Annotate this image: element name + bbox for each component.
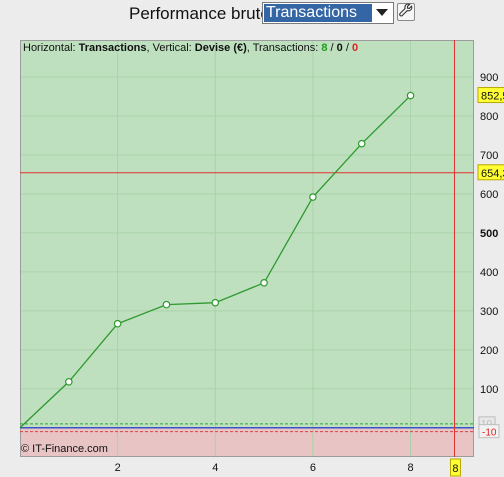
x-tick-label: 4	[212, 462, 218, 474]
x-tick-label: 2	[115, 462, 121, 474]
y-tick-label: 500	[480, 228, 498, 240]
y-tick-label: 200	[480, 345, 498, 357]
x-tick-label: 8	[407, 462, 413, 474]
y-tick-label: 800	[480, 111, 498, 123]
performance-chart: 100 200 300 400 500 600 700 800 900 2 4 6 8 852,5 654,…	[19, 40, 504, 477]
lower-threshold-label: -10	[482, 428, 497, 439]
y-tick-label: 900	[480, 72, 498, 84]
value-marker-label: 852,5	[481, 91, 504, 103]
y-tick-label: 400	[480, 267, 498, 279]
legend-horizontal-label: Horizontal:	[23, 42, 79, 54]
x-marker-label: 8	[452, 463, 458, 475]
y-tick-label: 600	[480, 189, 498, 201]
y-tick-label: 700	[480, 150, 498, 162]
profit-zone	[20, 40, 474, 428]
data-point	[309, 193, 317, 201]
data-point	[113, 319, 122, 328]
legend-vertical-label: , Vertical:	[146, 42, 195, 54]
y-tick-label: 100	[480, 384, 498, 396]
legend-transactions-label: , Transactions:	[246, 42, 322, 54]
x-tick-label: 6	[310, 462, 316, 474]
chart-legend: Horizontal: Transactions, Vertical: Devi…	[23, 42, 358, 54]
y-tick-label: 300	[480, 306, 498, 318]
data-point	[357, 139, 366, 148]
legend-separator: /	[342, 42, 352, 54]
data-point	[162, 300, 171, 309]
legend-losing-count: 0	[351, 42, 359, 54]
data-point	[260, 278, 268, 287]
value-marker-label: 654,3	[481, 168, 504, 180]
data-point	[65, 377, 73, 386]
legend-vertical-value: Devise (€)	[194, 42, 247, 54]
data-point	[211, 298, 220, 307]
legend-horizontal-value: Transactions	[78, 42, 147, 54]
data-point	[406, 91, 415, 100]
copyright-label: © IT-Finance.com	[21, 443, 108, 455]
legend-separator: /	[327, 42, 337, 54]
